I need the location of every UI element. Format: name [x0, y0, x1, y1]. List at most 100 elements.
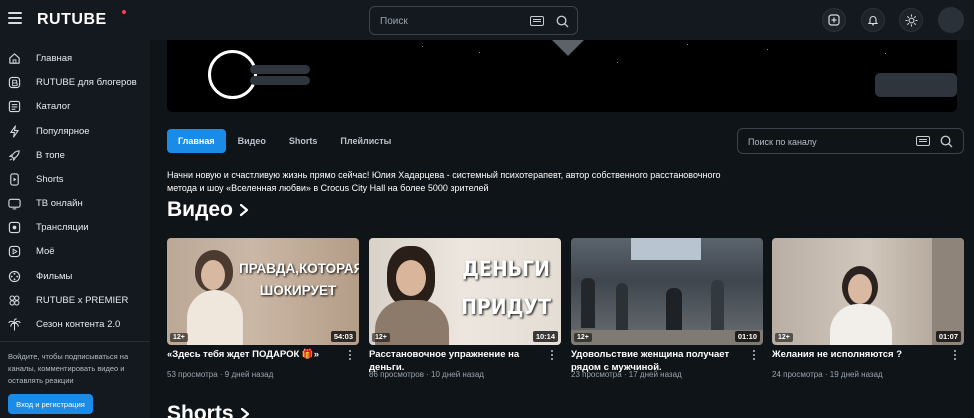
channel-search-input[interactable]: [748, 135, 898, 149]
video-title[interactable]: Желания не исполняются ?: [772, 348, 944, 361]
logo-dot: [122, 10, 126, 14]
sidebar-item-label: Каталог: [36, 100, 71, 112]
thumbnail-figure: [187, 290, 243, 345]
sidebar: Главная RUTUBE для блогеров Каталог Попу…: [0, 40, 150, 418]
sidebar-item-tv-online[interactable]: ТВ онлайн: [0, 192, 150, 214]
thumbnail-figure: [396, 260, 426, 296]
sidebar-item-label: Главная: [36, 52, 73, 64]
age-rating-badge: 12+: [170, 333, 188, 342]
sidebar-item-catalog[interactable]: Каталог: [0, 95, 150, 117]
channel-name-placeholder: [250, 65, 310, 74]
thumbnail-overlay-text: ДЕНЬГИ ПРИДУТ: [461, 257, 551, 319]
tab-playlists[interactable]: Плейлисты: [329, 129, 402, 153]
banner-star: [617, 62, 618, 63]
publish-date: 10 дней назад: [431, 370, 484, 379]
rutube-logo[interactable]: RUTUBE: [37, 11, 107, 29]
thumbnail-background: [932, 238, 964, 345]
video-thumbnail[interactable]: 12+ 01:10: [571, 238, 763, 345]
sidebar-item-mine[interactable]: Моё: [0, 240, 150, 262]
more-options-icon[interactable]: [751, 350, 757, 362]
play-circle-icon: [8, 245, 21, 257]
sidebar-item-label: Shorts: [36, 173, 64, 185]
video-card[interactable]: 12+ 01:07 Желания не исполняются ? 24 пр…: [772, 238, 964, 379]
sidebar-item-broadcasts[interactable]: Трансляции: [0, 216, 150, 238]
notifications-button[interactable]: [861, 8, 885, 32]
hamburger-menu-icon[interactable]: [8, 12, 22, 24]
video-thumbnail[interactable]: ДЕНЬГИ ПРИДУТ 12+ 10:14: [369, 238, 561, 345]
keyboard-icon[interactable]: [530, 16, 544, 26]
upload-button[interactable]: [822, 8, 846, 32]
sidebar-item-home[interactable]: Главная: [0, 47, 150, 69]
sidebar-item-top[interactable]: В топе: [0, 144, 150, 166]
thumbnail-figure: [201, 260, 225, 290]
search-box: [369, 6, 578, 35]
blogger-icon: [8, 76, 21, 88]
video-thumbnail[interactable]: 12+ 01:07: [772, 238, 964, 345]
video-meta: 23 просмотра · 17 дней назад: [571, 370, 682, 379]
sidebar-item-label: RUTUBE для блогеров: [36, 76, 137, 88]
user-avatar[interactable]: [938, 7, 964, 33]
thumbnail-figure: [711, 280, 724, 335]
video-card[interactable]: ПРАВДА,КОТОРАЯ ШОКИРУЕТ 12+ 54:03 «Здесь…: [167, 238, 359, 379]
theme-toggle-button[interactable]: [899, 8, 923, 32]
video-card[interactable]: ДЕНЬГИ ПРИДУТ 12+ 10:14 Расстановочное у…: [369, 238, 561, 379]
duration-badge: 01:07: [935, 331, 961, 342]
banner-star: [479, 52, 480, 53]
sidebar-item-popular[interactable]: Популярное: [0, 120, 150, 142]
films-icon: [8, 270, 21, 282]
plus-square-icon: [828, 14, 840, 26]
top-bar: RUTUBE: [0, 0, 974, 40]
view-count: 24 просмотра: [772, 370, 823, 379]
thumbnail-window: [631, 238, 701, 260]
main-content: Главная Видео Shorts Плейлисты Начни нов…: [150, 40, 974, 418]
tab-videos[interactable]: Видео: [227, 129, 277, 153]
banner-star: [422, 46, 423, 47]
videos-section-title[interactable]: Видео: [167, 198, 249, 222]
videos-section-label: Видео: [167, 198, 233, 221]
lightning-icon: [10, 124, 19, 138]
shorts-section-label: Shorts: [167, 402, 234, 418]
sidebar-item-premier[interactable]: RUTUBE x PREMIER: [0, 289, 150, 311]
chevron-right-icon: [239, 203, 249, 217]
channel-subs-placeholder: [250, 76, 310, 85]
thumbnail-overlay-text: ПРАВДА,КОТОРАЯ ШОКИРУЕТ: [239, 261, 359, 298]
banner-decoration: [552, 40, 584, 56]
tab-shorts[interactable]: Shorts: [278, 129, 329, 153]
tv-icon: [8, 198, 21, 209]
sidebar-item-season[interactable]: Сезон контента 2.0: [0, 313, 150, 335]
keyboard-icon[interactable]: [916, 136, 930, 146]
search-input[interactable]: [380, 13, 520, 29]
tab-home[interactable]: Главная: [167, 129, 226, 153]
age-rating-badge: 12+: [574, 333, 592, 342]
channel-avatar[interactable]: [208, 50, 257, 99]
video-card[interactable]: 12+ 01:10 Удовольствие женщина получает …: [571, 238, 763, 379]
shorts-icon: [10, 172, 19, 186]
bell-icon: [867, 16, 879, 26]
signin-button[interactable]: Вход и регистрация: [8, 394, 93, 414]
sidebar-item-label: Фильмы: [36, 270, 73, 282]
sidebar-item-films[interactable]: Фильмы: [0, 265, 150, 287]
video-thumbnail[interactable]: ПРАВДА,КОТОРАЯ ШОКИРУЕТ 12+ 54:03: [167, 238, 359, 345]
banner-star: [687, 44, 688, 45]
thumbnail-figure: [616, 283, 628, 331]
more-options-icon[interactable]: [347, 350, 353, 362]
publish-date: 19 дней назад: [829, 370, 883, 379]
video-title[interactable]: «Здесь тебя ждет ПОДАРОК 🎁»: [167, 348, 339, 361]
sidebar-item-shorts[interactable]: Shorts: [0, 168, 150, 190]
shorts-section-title[interactable]: Shorts: [167, 402, 250, 418]
sidebar-divider: [0, 341, 150, 342]
more-options-icon[interactable]: [952, 350, 958, 362]
signin-prompt: Войдите, чтобы подписываться на каналы, …: [8, 352, 129, 385]
video-meta: 24 просмотра · 19 дней назад: [772, 370, 883, 379]
channel-description: Начни новую и счастливую жизнь прямо сей…: [167, 170, 721, 193]
search-icon[interactable]: [555, 14, 570, 29]
subscribe-button-placeholder[interactable]: [875, 73, 957, 97]
sidebar-item-label: ТВ онлайн: [36, 197, 83, 209]
more-options-icon[interactable]: [549, 350, 555, 362]
banner-star: [767, 49, 768, 50]
duration-badge: 54:03: [330, 331, 356, 342]
premier-icon: [9, 295, 20, 305]
search-icon[interactable]: [939, 134, 954, 149]
rocket-icon: [8, 149, 20, 161]
sidebar-item-bloggers[interactable]: RUTUBE для блогеров: [0, 71, 150, 93]
